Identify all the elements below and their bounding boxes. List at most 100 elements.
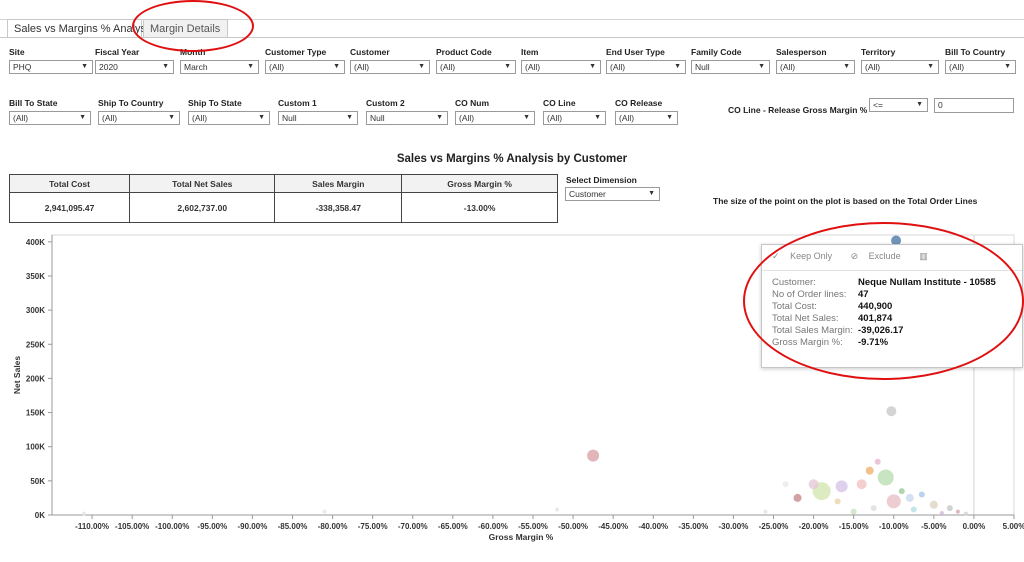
- y-tick-label: 300K: [26, 306, 45, 315]
- filter-r1-select[interactable]: (All) ▼: [776, 60, 855, 74]
- tab-sales-vs-margins[interactable]: Sales vs Margins % Analysis: [7, 19, 154, 38]
- x-tick-label: -55.00%: [518, 522, 548, 531]
- data-point: [939, 510, 944, 515]
- view-data-icon[interactable]: ▥: [919, 251, 928, 261]
- kpi-header-sales-margin: Sales Margin: [274, 174, 403, 193]
- filter-r2-select[interactable]: (All) ▼: [188, 111, 270, 125]
- keep-only-label: Keep Only: [790, 251, 833, 261]
- keep-only-button[interactable]: ✓ Keep Only: [772, 251, 840, 261]
- data-point: [946, 505, 953, 512]
- x-tick-label: -105.00%: [115, 522, 149, 531]
- filter-r1-select[interactable]: (All) ▼: [861, 60, 939, 74]
- filter-r1-select[interactable]: (All) ▼: [265, 60, 345, 74]
- x-tick-label: -25.00%: [759, 522, 789, 531]
- filter-r2-select[interactable]: (All) ▼: [543, 111, 606, 125]
- dimension-select[interactable]: Customer ▼: [565, 187, 660, 201]
- x-tick-label: -70.00%: [398, 522, 428, 531]
- tab-margin-details[interactable]: Margin Details: [143, 19, 228, 38]
- filter-value: (All): [780, 62, 796, 72]
- tooltip-value: -39,026.17: [858, 325, 904, 336]
- chevron-down-icon: ▼: [333, 63, 340, 70]
- filter-r1-select[interactable]: (All) ▼: [945, 60, 1016, 74]
- data-point: [886, 494, 901, 509]
- kpi-sales-margin: -338,358.47: [274, 192, 403, 223]
- window-top-bar: [0, 0, 1024, 20]
- data-point: [850, 508, 857, 515]
- chevron-down-icon: ▼: [247, 63, 254, 70]
- filter-r1-select[interactable]: 2020 ▼: [95, 60, 174, 74]
- data-point: [835, 480, 848, 493]
- data-point: [834, 498, 841, 505]
- x-tick-label: -65.00%: [438, 522, 468, 531]
- kpi-header-gross-margin: Gross Margin %: [401, 174, 558, 193]
- chevron-down-icon: ▼: [168, 114, 175, 121]
- data-point: [808, 479, 819, 490]
- chevron-down-icon: ▼: [758, 63, 765, 70]
- filter-r2-select[interactable]: Null ▼: [366, 111, 448, 125]
- filter-r1-label: Salesperson: [776, 47, 827, 57]
- chevron-down-icon: ▼: [81, 63, 88, 70]
- data-point: [322, 509, 327, 514]
- filter-r2-label: Bill To State: [9, 98, 58, 108]
- chevron-down-icon: ▼: [79, 114, 86, 121]
- filter-value: (All): [865, 62, 881, 72]
- kpi-total-cost: 2,941,095.47: [8, 192, 131, 223]
- filter-r1-select[interactable]: March ▼: [180, 60, 259, 74]
- filter-r2-select[interactable]: (All) ▼: [455, 111, 535, 125]
- filter-r1-select[interactable]: Null ▼: [691, 60, 770, 74]
- x-tick-label: -80.00%: [318, 522, 348, 531]
- filter-value: (All): [192, 113, 208, 123]
- filter-r1-select[interactable]: (All) ▼: [521, 60, 601, 74]
- plot-size-note: The size of the point on the plot is bas…: [713, 196, 978, 206]
- y-tick-label: 50K: [30, 477, 45, 486]
- check-icon: ✓: [772, 251, 780, 261]
- filter-r1-select[interactable]: (All) ▼: [350, 60, 430, 74]
- chevron-down-icon: ▼: [843, 63, 850, 70]
- x-tick-label: -85.00%: [278, 522, 308, 531]
- tooltip-actions: ✓ Keep Only ⊘ Exclude ▥: [762, 245, 1022, 271]
- tooltip-key: Total Net Sales:: [772, 313, 839, 324]
- filter-r1-select[interactable]: (All) ▼: [436, 60, 516, 74]
- tooltip-key: Gross Margin %:: [772, 337, 843, 348]
- filter-r2-select[interactable]: (All) ▼: [9, 111, 91, 125]
- chevron-down-icon: ▼: [916, 101, 923, 108]
- tooltip-value: 401,874: [858, 313, 893, 324]
- exclude-button[interactable]: ⊘ Exclude: [851, 251, 909, 261]
- y-tick-label: 100K: [26, 443, 45, 452]
- data-point: [910, 506, 917, 513]
- filter-r1-label: Fiscal Year: [95, 47, 140, 57]
- data-point: [763, 509, 768, 514]
- filter-r2-label: Ship To State: [188, 98, 242, 108]
- tab-label: Sales vs Margins % Analysis: [14, 23, 154, 35]
- filter-value: (All): [354, 62, 370, 72]
- data-point: [918, 491, 925, 498]
- filter-r2-select[interactable]: Null ▼: [278, 111, 358, 125]
- data-point: [929, 500, 938, 509]
- dashboard-title: Sales vs Margins % Analysis by Customer: [396, 153, 628, 165]
- y-axis-title: Net Sales: [12, 356, 22, 395]
- exclude-icon: ⊘: [850, 251, 859, 261]
- filter-r1-label: Customer: [350, 47, 390, 57]
- data-point: [877, 469, 894, 486]
- x-tick-label: -90.00%: [238, 522, 268, 531]
- chevron-down-icon: ▼: [258, 114, 265, 121]
- filter-r1-select[interactable]: (All) ▼: [606, 60, 686, 74]
- filter-value: (All): [269, 62, 285, 72]
- tooltip-key: Total Cost:: [772, 301, 817, 312]
- tooltip-value: 440,900: [858, 301, 893, 312]
- select-dimension-label: Select Dimension: [566, 175, 637, 185]
- filter-r2-select[interactable]: (All) ▼: [615, 111, 678, 125]
- release-operator-select[interactable]: <= ▼: [869, 98, 928, 112]
- x-tick-label: -110.00%: [75, 522, 109, 531]
- filter-value: (All): [440, 62, 456, 72]
- release-margin-input[interactable]: 0: [934, 98, 1014, 113]
- tab-divider: [0, 37, 1024, 38]
- x-tick-label: -60.00%: [478, 522, 508, 531]
- filter-r1-select[interactable]: PHQ ▼: [9, 60, 93, 74]
- filter-r1-label: Month: [180, 47, 206, 57]
- tooltip-value: 47: [858, 289, 869, 300]
- filter-r2-select[interactable]: (All) ▼: [98, 111, 180, 125]
- x-axis-title: Gross Margin %: [489, 532, 554, 542]
- filter-r2-label: Custom 2: [366, 98, 405, 108]
- release-margin-label: CO Line - Release Gross Margin %: [728, 105, 868, 115]
